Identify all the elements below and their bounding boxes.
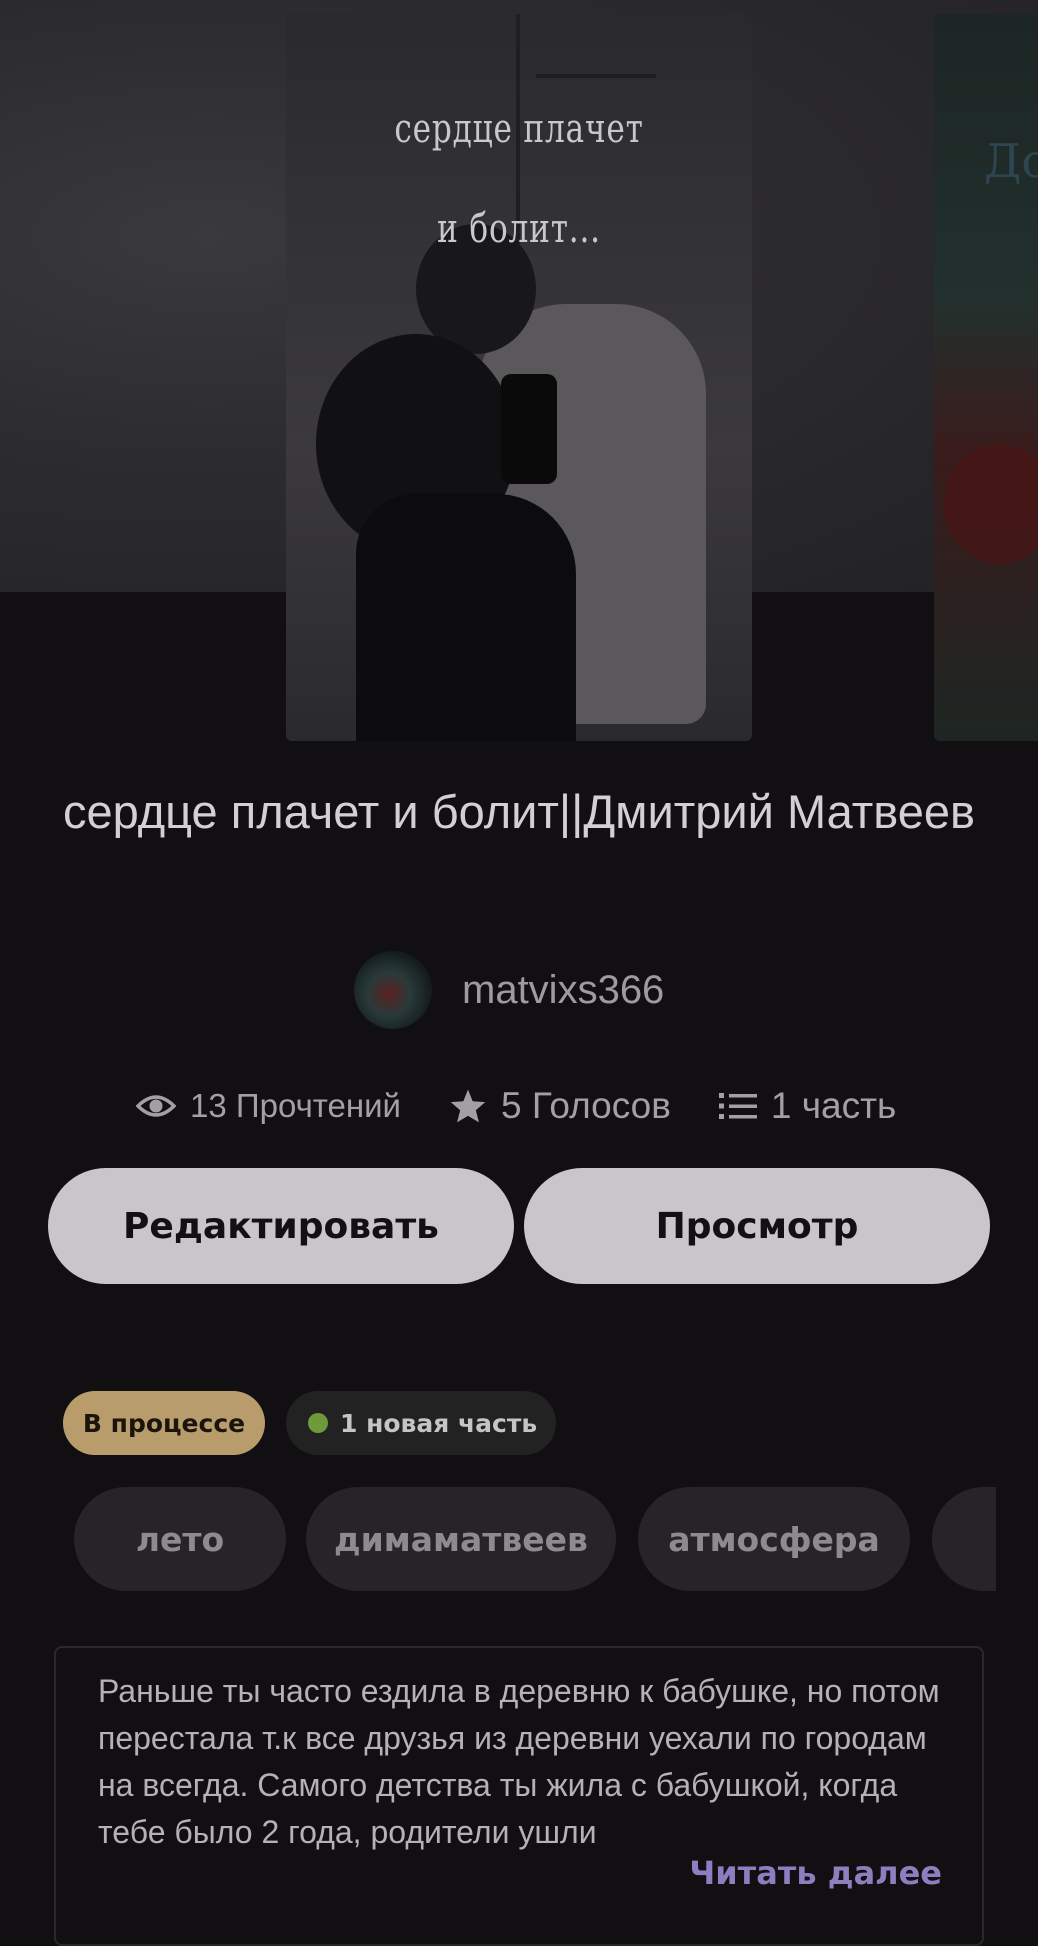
status-badge: В процессе <box>63 1391 265 1455</box>
description-box: Раньше ты часто ездила в деревню к бабуш… <box>54 1646 984 1946</box>
cover-art-detail <box>536 74 656 78</box>
new-indicator-dot <box>308 1413 328 1433</box>
new-parts-label: 1 новая часть <box>340 1408 538 1438</box>
tag-chip[interactable]: лето <box>74 1487 286 1591</box>
list-icon <box>718 1093 757 1119</box>
parts-count: 1 часть <box>770 1085 897 1126</box>
author-name[interactable]: matvixs366 <box>462 968 664 1013</box>
parts-stat: 1 часть <box>718 1085 897 1127</box>
avatar[interactable] <box>354 951 432 1029</box>
reads-stat: 13 Прочтений <box>136 1087 401 1125</box>
cover-art-phone <box>501 374 557 484</box>
next-cover-text: До <box>984 134 1038 188</box>
eye-icon <box>136 1095 176 1117</box>
read-more-link[interactable]: Читать далее <box>689 1854 942 1892</box>
preview-button[interactable]: Просмотр <box>524 1168 990 1284</box>
cover-art-figure <box>356 494 576 741</box>
votes-count: 5 Голосов <box>500 1085 671 1126</box>
tags-list[interactable]: лето димаматвеев атмосфера <box>74 1487 996 1591</box>
tag-chip[interactable]: димаматвеев <box>306 1487 616 1591</box>
story-cover[interactable]: сердце плачет и болит... <box>286 14 752 741</box>
new-parts-badge: 1 новая часть <box>286 1391 556 1455</box>
next-story-cover[interactable]: До <box>934 14 1038 741</box>
tag-chip[interactable] <box>932 1487 996 1591</box>
cover-title-line2: и болит... <box>437 206 601 252</box>
cover-title-line1: сердце плачет <box>394 106 644 152</box>
story-title: сердце плачет и болит||Дмитрий Матвеев <box>63 785 975 838</box>
reads-count: 13 Прочтений <box>190 1087 401 1124</box>
description-text: Раньше ты часто ездила в деревню к бабуш… <box>98 1673 940 1850</box>
votes-stat: 5 Голосов <box>449 1085 671 1127</box>
star-icon <box>450 1089 486 1123</box>
tag-chip[interactable]: атмосфера <box>638 1487 910 1591</box>
story-stats: 13 Прочтений 5 Голосов 1 часть <box>136 1078 944 1134</box>
author-link[interactable]: matvixs366 <box>354 950 664 1030</box>
edit-button[interactable]: Редактировать <box>48 1168 514 1284</box>
cover-art-detail <box>944 444 1038 564</box>
